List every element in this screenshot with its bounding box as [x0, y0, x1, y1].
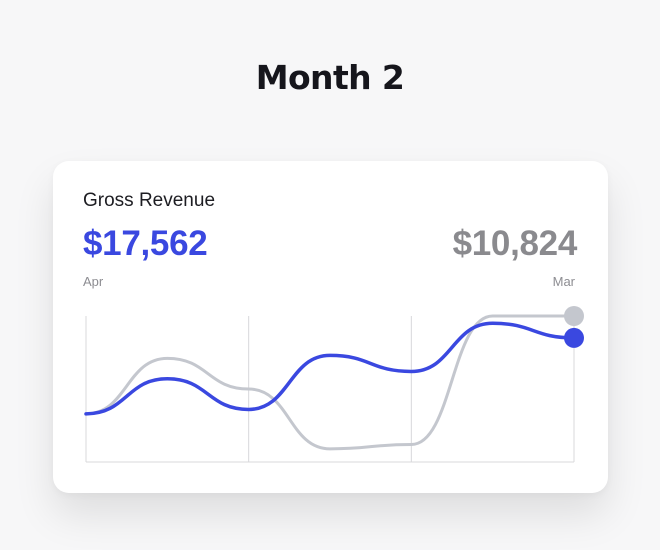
chart-series [84, 306, 584, 451]
series-line-previous [84, 314, 576, 451]
revenue-line-chart [84, 306, 584, 463]
series-line-current [84, 321, 576, 416]
page-title: Month 2 [255, 58, 405, 97]
chart-grid [85, 316, 575, 463]
series-endpoint-previous [564, 306, 584, 326]
series-endpoint-current [564, 327, 584, 348]
revenue-card: Gross Revenue $17,562 $10,824 Apr Mar [53, 161, 608, 493]
